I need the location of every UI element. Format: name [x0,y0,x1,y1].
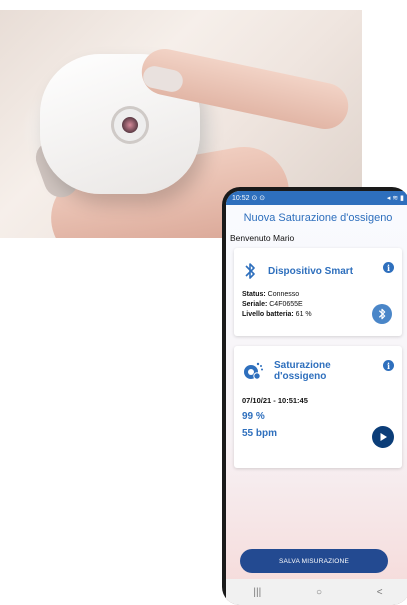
status-time: 10:52 [232,195,250,202]
oxygen-card-title-line2: d'ossigeno [274,371,327,382]
measurement-datetime: 07/10/21 - 10:51:45 [242,396,308,405]
play-icon [380,433,387,441]
back-button[interactable]: < [377,587,383,598]
serial-label: Seriale: [242,301,268,308]
oxygen-icon [244,362,263,380]
serial-value: C4F0655E [267,301,303,308]
welcome-text: Benvenuto Mario [230,233,295,243]
status-left-icons: ⊙ ⊙ [251,195,266,202]
device-sensor [111,106,149,144]
phone-frame: 10:52 ⊙ ⊙ ◂ ≋ ▮ Nuova Saturazione d'ossi… [222,187,407,605]
battery-value: 61 % [293,311,312,318]
oxygen-card-title-line1: Saturazione [274,360,331,371]
start-measurement-button[interactable] [372,426,394,448]
phone-screen: 10:52 ⊙ ⊙ ◂ ≋ ▮ Nuova Saturazione d'ossi… [226,191,407,605]
spo2-value: 99 % [242,411,265,422]
bluetooth-connect-button[interactable] [372,304,392,324]
device-card: Dispositivo Smart i Status: Connesso Ser… [234,248,402,336]
device-card-title: Dispositivo Smart [268,265,354,277]
status-bar: 10:52 ⊙ ⊙ ◂ ≋ ▮ [226,191,407,205]
status-right-icons: ◂ ≋ ▮ [386,195,404,202]
oxygen-info-icon[interactable]: i [383,360,394,371]
bluetooth-icon [378,308,386,320]
navigation-bar: ||| ○ < [226,579,407,605]
home-button[interactable]: ○ [316,587,322,598]
bluetooth-icon [245,263,255,279]
battery-label: Livello batteria: [242,311,294,318]
device-info-icon[interactable]: i [383,262,394,273]
oxygen-card: Saturazione d'ossigeno i 07/10/21 - 10:5… [234,346,402,468]
status-label: Status: [242,291,266,298]
app-title: Nuova Saturazione d'ossigeno [243,212,393,224]
status-value: Connesso [265,291,300,298]
recent-apps-button[interactable]: ||| [253,587,261,598]
save-measurement-button[interactable]: SALVA MISURAZIONE [240,549,388,573]
